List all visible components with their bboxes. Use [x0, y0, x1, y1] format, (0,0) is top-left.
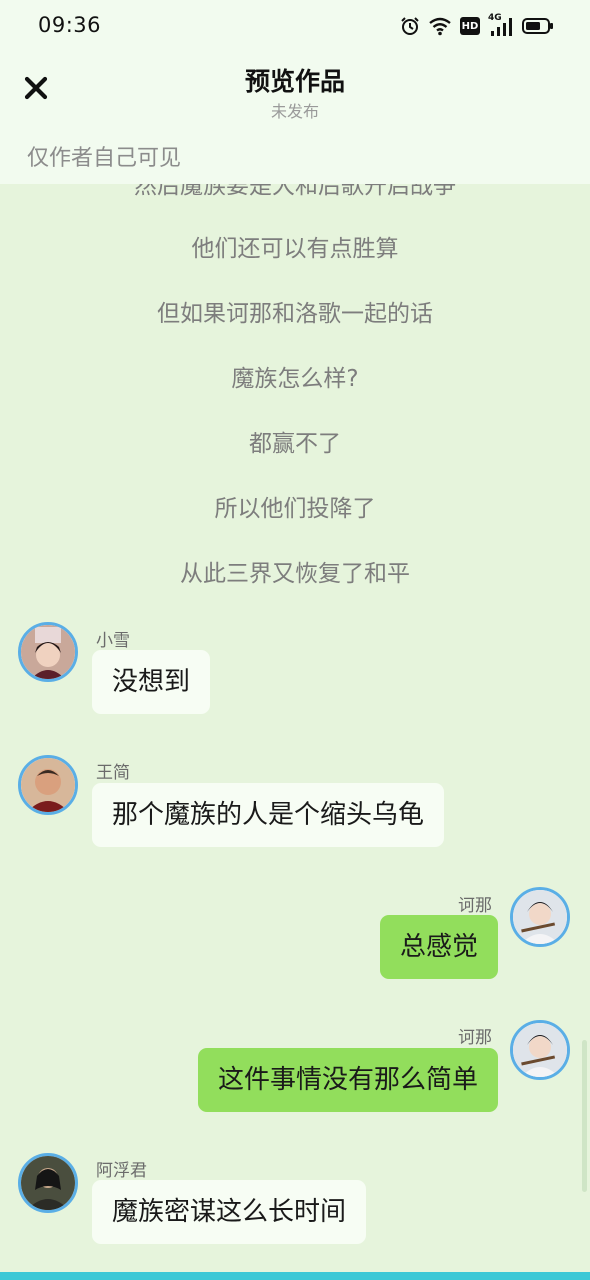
- narration-line: 魔族怎么样?: [231, 366, 359, 392]
- top-area: 09:36 HD 4G 预览作品 未发布 仅作者自己可见: [0, 0, 590, 184]
- page-subtitle: 未发布: [270, 102, 319, 121]
- status-bar: 09:36 HD 4G: [0, 0, 590, 52]
- status-time: 09:36: [38, 13, 102, 37]
- sender-name: 诃那: [458, 1028, 492, 1048]
- scrollbar[interactable]: [582, 1040, 587, 1192]
- narration-line: 他们还可以有点胜算: [191, 236, 399, 262]
- message-bubble[interactable]: 总感觉: [379, 915, 498, 979]
- narration-line: 但如果诃那和洛歌一起的话: [157, 301, 433, 327]
- message-bubble[interactable]: 那个魔族的人是个缩头乌龟: [92, 783, 445, 847]
- message-bubble[interactable]: 没想到: [92, 650, 211, 714]
- visibility-note: 仅作者自己可见: [27, 146, 182, 171]
- avatar[interactable]: [18, 755, 78, 815]
- battery-icon: [522, 17, 554, 35]
- hd-icon: HD: [460, 17, 480, 35]
- sender-name: 诃那: [458, 896, 492, 916]
- signal-icon: 4G: [488, 13, 514, 37]
- page-title: 预览作品: [244, 67, 345, 96]
- status-icons: HD 4G: [400, 12, 554, 40]
- wifi-icon: [428, 16, 452, 36]
- sender-name: 小雪: [96, 631, 130, 651]
- bottom-bar: [0, 1272, 590, 1280]
- message-bubble[interactable]: 魔族密谋这么长时间: [92, 1180, 367, 1244]
- message-bubble[interactable]: 这件事情没有那么简单: [197, 1048, 498, 1112]
- avatar[interactable]: [18, 1153, 78, 1213]
- avatar[interactable]: [18, 622, 78, 682]
- sender-name: 王简: [96, 763, 130, 783]
- avatar[interactable]: [510, 887, 570, 947]
- header: 预览作品 未发布: [0, 52, 590, 132]
- sender-name: 阿浮君: [96, 1161, 147, 1181]
- avatar[interactable]: [510, 1020, 570, 1080]
- narration-line: 从此三界又恢复了和平: [180, 561, 410, 587]
- alarm-icon: [400, 16, 420, 36]
- narration-line: 所以他们投降了: [214, 496, 376, 522]
- narration-line: 都赢不了: [249, 431, 341, 457]
